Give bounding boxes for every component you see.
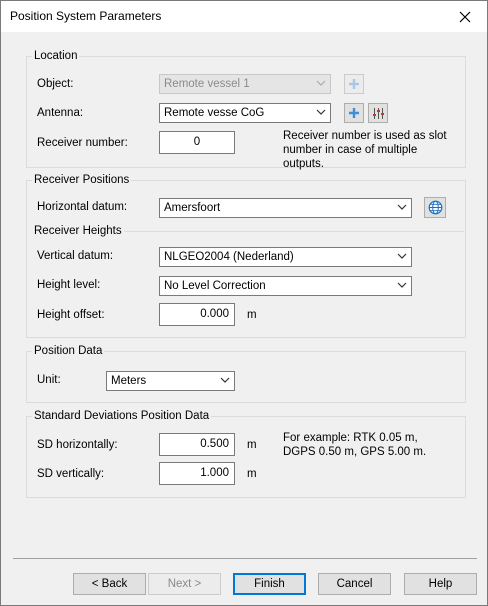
window-title: Position System Parameters: [10, 9, 162, 23]
antenna-dropdown[interactable]: Remote vesse CoG: [159, 103, 331, 123]
antenna-settings-button[interactable]: [368, 103, 388, 123]
sd-horizontal-unit: m: [247, 439, 257, 451]
unit-dropdown[interactable]: Meters: [106, 371, 235, 391]
height-offset-label: Height offset:: [37, 309, 105, 321]
sd-vertical-input[interactable]: 1.000: [159, 462, 235, 485]
sd-group-label: Standard Deviations Position Data: [32, 410, 212, 422]
sd-horizontal-label: SD horizontally:: [37, 439, 118, 451]
height-offset-unit: m: [247, 309, 257, 321]
sd-vertical-label: SD vertically:: [37, 468, 105, 480]
unit-label: Unit:: [37, 374, 61, 386]
close-button[interactable]: [442, 1, 487, 32]
height-offset-input[interactable]: 0.000: [159, 303, 235, 326]
height-level-dropdown[interactable]: No Level Correction: [159, 276, 412, 296]
vertical-datum-dropdown[interactable]: NLGEO2004 (Nederland): [159, 247, 412, 267]
receiver-positions-label: Receiver Positions: [32, 174, 132, 186]
finish-button[interactable]: Finish: [233, 573, 306, 595]
sd-vertical-unit: m: [247, 468, 257, 480]
help-button[interactable]: Help: [404, 573, 477, 595]
receiver-number-label: Receiver number:: [37, 137, 128, 149]
plus-icon: [349, 79, 359, 89]
location-group-label: Location: [32, 50, 80, 62]
position-data-group: [26, 351, 466, 403]
receiver-number-input[interactable]: 0: [159, 131, 235, 154]
vertical-datum-label: Vertical datum:: [37, 250, 114, 262]
receiver-heights-label: Receiver Heights: [32, 225, 124, 237]
object-label: Object:: [37, 78, 74, 90]
back-button[interactable]: < Back: [73, 573, 146, 595]
height-level-label: Height level:: [37, 279, 101, 291]
globe-icon: [428, 200, 442, 215]
chevron-down-icon: [397, 253, 407, 259]
chevron-down-icon: [220, 377, 230, 383]
close-icon: [459, 11, 470, 22]
chevron-down-icon: [316, 109, 326, 115]
receiver-heights-separator: [119, 231, 464, 232]
horizontal-datum-label: Horizontal datum:: [37, 201, 128, 213]
next-button[interactable]: Next >: [148, 573, 221, 595]
sliders-icon: [372, 107, 384, 119]
chevron-down-icon: [397, 204, 407, 210]
add-antenna-button[interactable]: [344, 103, 364, 123]
dialog-window: Position System Parameters Location Obje…: [0, 0, 488, 606]
chevron-down-icon: [397, 282, 407, 288]
datum-globe-button[interactable]: [424, 197, 446, 218]
object-dropdown[interactable]: Remote vessel 1: [159, 74, 331, 94]
sd-horizontal-input[interactable]: 0.500: [159, 433, 235, 456]
chevron-down-icon: [316, 80, 326, 86]
position-data-label: Position Data: [32, 345, 105, 357]
title-bar: Position System Parameters: [1, 1, 487, 32]
receiver-number-note: Receiver number is used as slot number i…: [283, 130, 447, 170]
cancel-button[interactable]: Cancel: [318, 573, 391, 595]
plus-icon: [349, 108, 359, 118]
add-object-button[interactable]: [344, 74, 364, 94]
sd-example-note: For example: RTK 0.05 m, DGPS 0.50 m, GP…: [283, 432, 427, 458]
horizontal-datum-dropdown[interactable]: Amersfoort: [159, 198, 412, 218]
antenna-label: Antenna:: [37, 107, 84, 119]
